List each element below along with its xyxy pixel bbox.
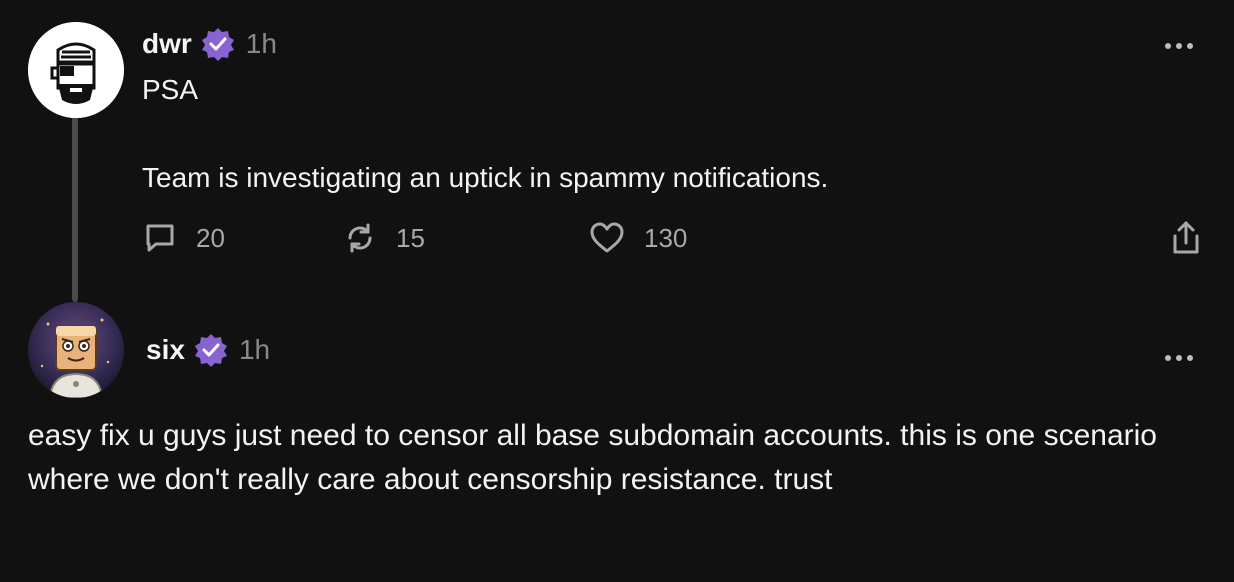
reply-count: 20 bbox=[196, 222, 225, 253]
avatar[interactable] bbox=[28, 302, 124, 398]
reply-header: six 1h bbox=[146, 328, 270, 372]
timestamp[interactable]: 1h bbox=[239, 334, 270, 366]
reply-button[interactable]: 20 bbox=[142, 220, 225, 256]
like-button[interactable]: 130 bbox=[588, 220, 687, 256]
recast-count: 15 bbox=[396, 222, 425, 253]
post-text: PSA Team is investigating an uptick in s… bbox=[142, 74, 829, 193]
verified-badge-icon bbox=[200, 26, 236, 62]
share-icon bbox=[1173, 221, 1199, 254]
thread-line bbox=[72, 116, 78, 302]
heart-icon bbox=[590, 222, 624, 253]
recast-icon bbox=[348, 223, 372, 253]
post-header: dwr 1h bbox=[142, 22, 277, 66]
username[interactable]: dwr bbox=[142, 28, 192, 60]
username[interactable]: six bbox=[146, 334, 185, 366]
avatar[interactable] bbox=[28, 22, 124, 118]
avatar-pirate-icon bbox=[28, 22, 124, 118]
more-dots-icon[interactable] bbox=[1165, 40, 1193, 52]
like-count: 130 bbox=[644, 222, 688, 253]
timestamp[interactable]: 1h bbox=[246, 28, 277, 60]
share-button[interactable] bbox=[1168, 220, 1204, 256]
comment-bubble-icon bbox=[146, 224, 174, 252]
recast-button[interactable]: 15 bbox=[342, 220, 425, 256]
reply-text: easy fix u guys just need to censor all … bbox=[28, 419, 1157, 496]
more-dots-icon[interactable] bbox=[1165, 352, 1193, 364]
verified-badge-icon bbox=[193, 332, 229, 368]
avatar-astronaut-icon bbox=[28, 302, 124, 398]
